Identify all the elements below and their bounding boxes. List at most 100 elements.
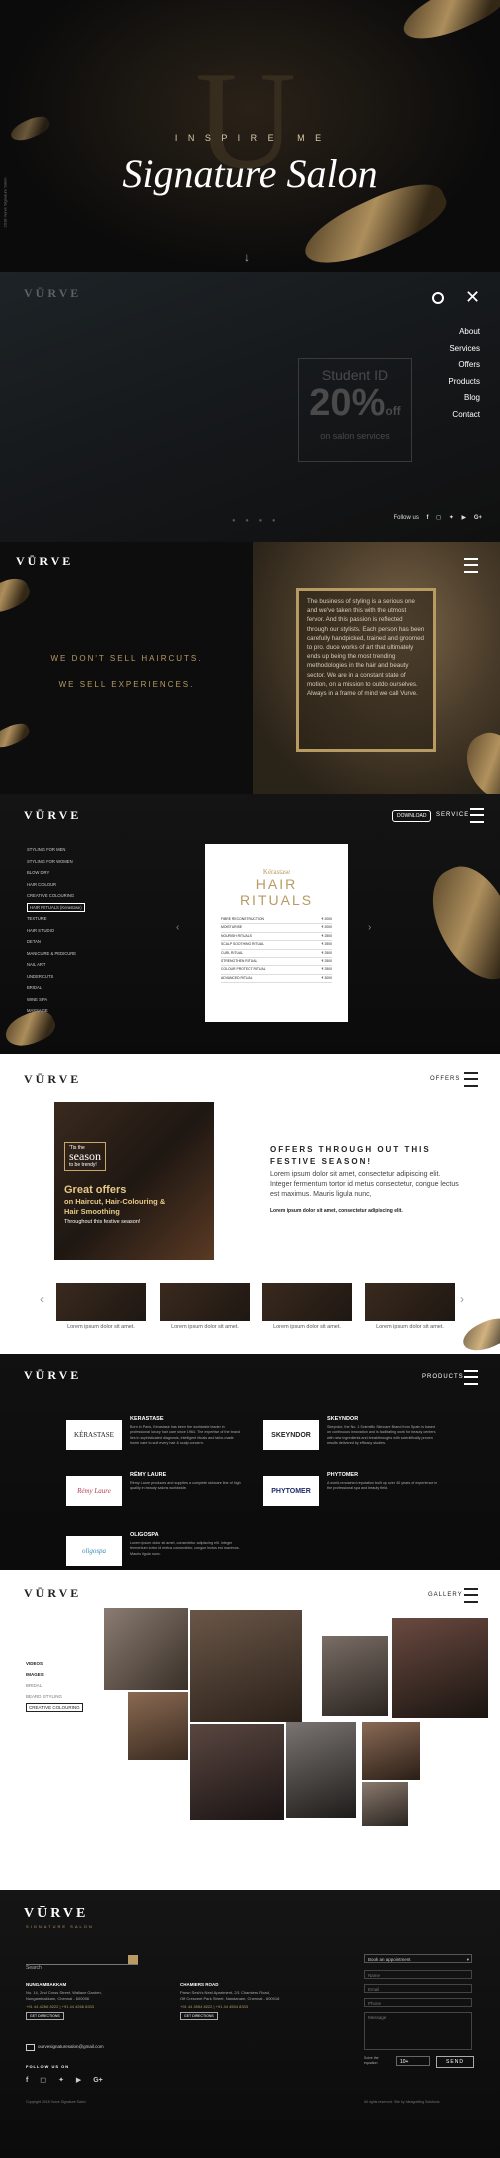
search-button-icon[interactable] xyxy=(128,1955,138,1964)
gallery-photo[interactable] xyxy=(190,1610,302,1722)
service-item[interactable]: CREATIVE COLOURING xyxy=(27,890,85,902)
about-tagline-1: WE DON'T SELL HAIRCUTS. xyxy=(50,654,203,663)
service-item[interactable]: BRIDAL xyxy=(27,982,85,994)
prev-arrow-icon[interactable]: ‹ xyxy=(40,1292,44,1306)
season-box: 'Tis the season to be trendy! xyxy=(64,1142,106,1171)
service-item[interactable]: BLOW DRY xyxy=(27,867,85,879)
phone-field[interactable]: Phone xyxy=(364,1998,472,2007)
menu-item-products[interactable]: Products xyxy=(448,374,480,391)
next-arrow-icon[interactable]: › xyxy=(368,922,371,933)
email-field[interactable]: Email xyxy=(364,1984,472,1993)
menu-item-contact[interactable]: Contact xyxy=(448,407,480,424)
facebook-icon[interactable]: f xyxy=(26,2077,28,2084)
gallery-nav-images[interactable]: IMAGES xyxy=(26,1669,83,1680)
footer-email[interactable]: ourvesignaturesalon@gmail.com xyxy=(38,2044,104,2049)
product-logo-box: SKEYNDOR xyxy=(263,1420,319,1450)
youtube-icon[interactable]: ▶ xyxy=(462,515,467,521)
product-description: Rémy Laure produces and supplies a compl… xyxy=(130,1481,241,1491)
gold-ribbon-decoration xyxy=(396,0,500,52)
product-name: OLIGOSPA xyxy=(130,1532,159,1538)
name-field[interactable]: Name xyxy=(364,1970,472,1979)
gallery-nav-beard[interactable]: BEARD STYLING xyxy=(26,1691,83,1702)
product-name: SKEYNDOR xyxy=(327,1416,359,1422)
service-item[interactable]: NAIL ART xyxy=(27,959,85,971)
gallery-nav-colouring[interactable]: CREATIVE COLOURING xyxy=(26,1703,83,1712)
send-button[interactable]: SEND xyxy=(436,2056,474,2068)
twitter-icon[interactable]: ✦ xyxy=(58,2077,64,2084)
gallery-photo[interactable] xyxy=(128,1692,188,1760)
service-item[interactable]: UNDERCUTS xyxy=(27,971,85,983)
products-label: PRODUCTS xyxy=(422,1374,464,1380)
captcha-field[interactable]: 10+ xyxy=(396,2056,430,2066)
service-item[interactable]: TEXTURE xyxy=(27,913,85,925)
service-item[interactable]: STYLING FOR MEN xyxy=(27,844,85,856)
about-tagline-2: WE SELL EXPERIENCES. xyxy=(58,680,195,689)
gallery-nav-bridal[interactable]: BRIDAL xyxy=(26,1680,83,1691)
get-directions-button[interactable]: GET DIRECTIONS xyxy=(26,2012,64,2020)
instagram-icon[interactable]: ◻ xyxy=(436,515,441,521)
gallery-photo[interactable] xyxy=(392,1618,488,1718)
services-logo[interactable]: VŪRVE xyxy=(24,808,81,823)
service-item[interactable]: DETAN xyxy=(27,936,85,948)
footer-search-field[interactable]: Search xyxy=(26,1956,138,1971)
offer-thumb-caption: Lorem ipsum dolor sit amet. xyxy=(273,1324,341,1330)
menu-overlay-section: VŪRVE ✕ Student ID 20%off on salon servi… xyxy=(0,272,500,542)
offer-thumb[interactable] xyxy=(365,1283,455,1321)
twitter-icon[interactable]: ✦ xyxy=(449,515,454,521)
hamburger-menu-icon[interactable] xyxy=(464,558,478,573)
price-row: STRENGTHEN RITUAL ₹ 2500 xyxy=(221,958,332,967)
gallery-photo[interactable] xyxy=(362,1782,408,1826)
gallery-photo[interactable] xyxy=(322,1636,388,1716)
hero-title: Signature Salon xyxy=(122,151,378,196)
next-arrow-icon[interactable]: › xyxy=(460,1292,464,1306)
gallery-photo[interactable] xyxy=(104,1608,188,1690)
prev-arrow-icon[interactable]: ‹ xyxy=(176,922,179,933)
hamburger-menu-icon[interactable] xyxy=(464,1370,478,1385)
get-directions-button[interactable]: GET DIRECTIONS xyxy=(180,2012,218,2020)
offers-logo[interactable]: VŪRVE xyxy=(24,1072,81,1087)
gallery-nav-videos[interactable]: VIDEOS xyxy=(26,1658,83,1669)
rights-text: All rights reserved. Site by Ideagraftin… xyxy=(364,2100,440,2104)
products-logo[interactable]: VŪRVE xyxy=(24,1368,81,1383)
service-item[interactable]: MASSAGE xyxy=(27,1005,85,1017)
follow-us-row: Follow us f ◻ ✦ ▶ G+ xyxy=(393,514,482,521)
hamburger-menu-icon[interactable] xyxy=(464,1072,478,1087)
close-icon[interactable]: ✕ xyxy=(465,287,480,308)
gallery-photo[interactable] xyxy=(286,1722,356,1818)
menu-item-about[interactable]: About xyxy=(448,324,480,341)
service-item[interactable]: WINE SPA xyxy=(27,994,85,1006)
hamburger-menu-icon[interactable] xyxy=(464,1588,478,1603)
youtube-icon[interactable]: ▶ xyxy=(76,2077,81,2084)
service-item-active[interactable]: HAIR RITUALS (Kerastase) xyxy=(27,902,85,912)
menu-item-blog[interactable]: Blog xyxy=(448,390,480,407)
price-row: CURL RITUAL ₹ 2500 xyxy=(221,950,332,959)
footer-logo[interactable]: VŪRVE xyxy=(24,1906,88,1922)
menu-item-offers[interactable]: Offers xyxy=(448,357,480,374)
service-item[interactable]: HAIR COLOUR xyxy=(27,879,85,891)
search-icon[interactable] xyxy=(432,292,444,304)
gallery-section: VŪRVE GALLERY VIDEOS IMAGES BRIDAL BEARD… xyxy=(0,1570,500,1890)
offer-thumb[interactable] xyxy=(262,1283,352,1321)
google-plus-icon[interactable]: G+ xyxy=(474,515,482,521)
google-plus-icon[interactable]: G+ xyxy=(93,2077,103,2084)
appointment-select[interactable]: Book an appointment ▾ xyxy=(364,1954,472,1963)
hamburger-menu-icon[interactable] xyxy=(470,808,484,823)
service-item[interactable]: STYLING FOR WOMEN xyxy=(27,856,85,868)
menu-logo[interactable]: VŪRVE xyxy=(24,286,81,301)
offer-thumb[interactable] xyxy=(56,1283,146,1321)
promo-subtitle: on salon services xyxy=(320,431,390,441)
copyright: Copyright 2018 Vurve Signature Salon xyxy=(26,2100,86,2104)
gallery-photo[interactable] xyxy=(362,1722,420,1780)
service-item[interactable]: MANICURE & PEDICURE xyxy=(27,948,85,960)
about-logo[interactable]: VŪRVE xyxy=(16,554,73,569)
service-item[interactable]: HAIR STUDIO xyxy=(27,925,85,937)
scroll-down-arrow[interactable]: ↓ xyxy=(244,250,250,264)
offer-thumb[interactable] xyxy=(160,1283,250,1321)
instagram-icon[interactable]: ◻ xyxy=(40,2077,46,2084)
download-button[interactable]: DOWNLOAD xyxy=(392,810,432,822)
facebook-icon[interactable]: f xyxy=(427,515,429,521)
gallery-photo[interactable] xyxy=(190,1724,284,1820)
menu-item-services[interactable]: Services xyxy=(448,341,480,358)
message-field[interactable]: Message xyxy=(364,2012,472,2050)
gallery-logo[interactable]: VŪRVE xyxy=(24,1586,81,1601)
